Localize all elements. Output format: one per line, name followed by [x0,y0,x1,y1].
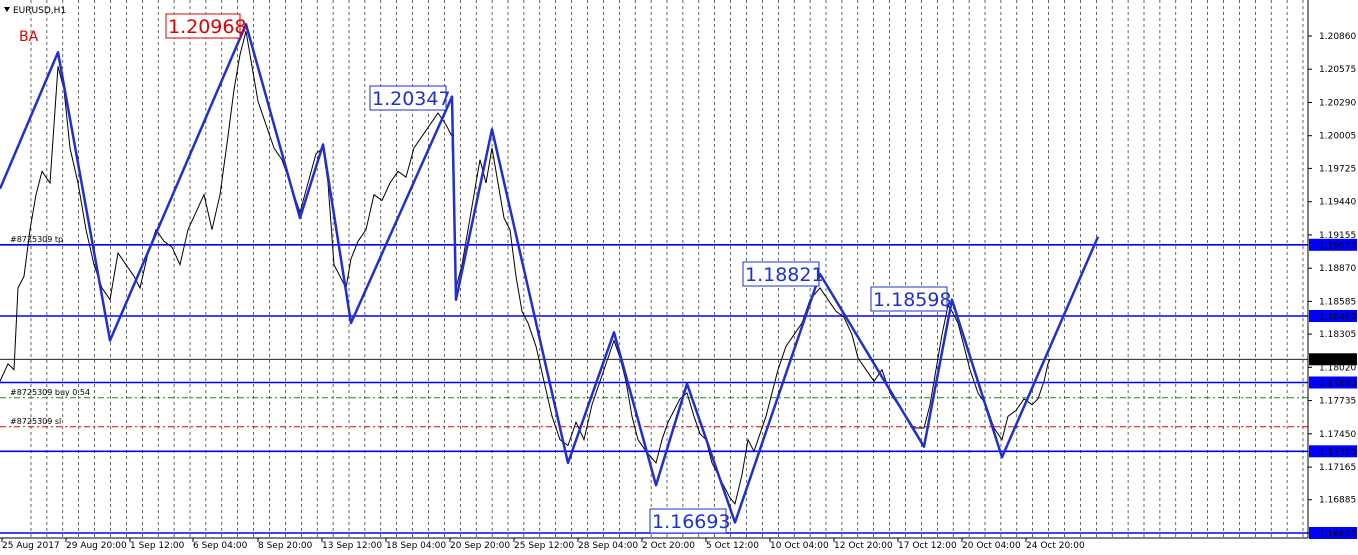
time-tick-label: 12 Oct 20:00 [834,541,893,551]
time-tick-label: 18 Sep 04:00 [386,541,446,551]
level-badge: 1.16600 [1319,530,1356,540]
time-tick-label: 2 Oct 20:00 [642,541,695,551]
price-badges: 1.19070 1.18460 1.17890 1.17300 1.16600 1.180… [1309,238,1357,540]
price-tick-label: 1.17165 [1319,463,1356,473]
horizontal-levels [0,244,1308,534]
price-series-line [0,31,1051,505]
price-tick-label: 1.17735 [1319,397,1356,407]
level-badge: 1.17890 [1319,379,1356,389]
indicator-label: BA [19,29,39,45]
price-tick-label: 1.19725 [1319,164,1356,174]
price-tick-label: 1.19440 [1319,198,1356,208]
time-axis: 25 Aug 2017 29 Aug 20:00 1 Sep 12:00 6 Sep … [1,538,1085,551]
price-tick-label: 1.16885 [1319,496,1356,506]
order-tp-label: #8725309 tp [10,235,63,244]
price-label-text: 1.18821 [745,264,824,286]
order-buy-label: #8725309 buy 0.54 [10,388,90,397]
time-tick-label: 24 Oct 20:00 [1026,541,1085,551]
price-label-3: 1.18821 [742,261,824,287]
time-tick-label: 10 Oct 04:00 [770,541,829,551]
price-tick-label: 1.20575 [1319,65,1356,75]
price-label-text: 1.20347 [372,88,451,110]
level-badge: 1.18460 [1319,313,1356,323]
time-tick-label: 6 Sep 04:00 [193,541,248,551]
price-label-text: 1.20968 [168,16,247,38]
price-chart[interactable]: #8725309 tp #8725309 buy 0.54 #8725309 s… [0,0,1358,555]
price-label-text: 1.16693 [652,511,731,533]
price-label-2: 1.20347 [369,85,451,111]
level-badge: 1.19070 [1319,241,1356,251]
time-tick-label: 28 Sep 04:00 [578,541,638,551]
price-tick-label: 1.18870 [1319,264,1356,274]
price-label-4: 1.18598 [870,286,952,312]
price-axis: 1.20860 1.20575 1.20290 1.20005 1.19725 1.194… [1308,32,1356,539]
order-lines [0,358,1308,428]
price-tick-label: 1.20005 [1319,132,1356,142]
price-tick-label: 1.20290 [1319,99,1356,109]
time-tick-label: 25 Aug 2017 [2,541,60,551]
price-label-text: 1.18598 [873,289,952,311]
time-tick-label: 8 Sep 20:00 [258,541,313,551]
time-tick-label: 25 Sep 12:00 [514,541,574,551]
price-label-1: 1.20968 [165,13,247,39]
time-tick-label: 1 Sep 12:00 [130,541,185,551]
time-tick-label: 5 Oct 12:00 [706,541,759,551]
order-sl-label: #8725309 sl [10,417,61,426]
time-tick-label: 13 Sep 12:00 [322,541,382,551]
time-tick-label: 29 Aug 20:00 [66,541,127,551]
price-tick-label: 1.18305 [1319,330,1356,340]
chart-menu-triangle-icon[interactable] [4,7,10,12]
time-tick-label: 20 Sep 20:00 [450,541,510,551]
level-badge: 1.17300 [1319,448,1356,458]
chart-title[interactable]: EURUSD,H1 [4,6,66,16]
price-tick-label: 1.20860 [1319,32,1356,42]
price-tick-label: 1.17450 [1319,430,1356,440]
price-tick-label: 1.18585 [1319,297,1356,307]
time-tick-label: 20 Oct 04:00 [962,541,1021,551]
time-tick-label: 17 Oct 12:00 [898,541,957,551]
symbol-title: EURUSD,H1 [13,6,66,16]
current-price-badge: 1.18089 [1319,356,1356,366]
price-label-5: 1.16693 [649,508,731,534]
zigzag-line[interactable] [0,23,1100,524]
